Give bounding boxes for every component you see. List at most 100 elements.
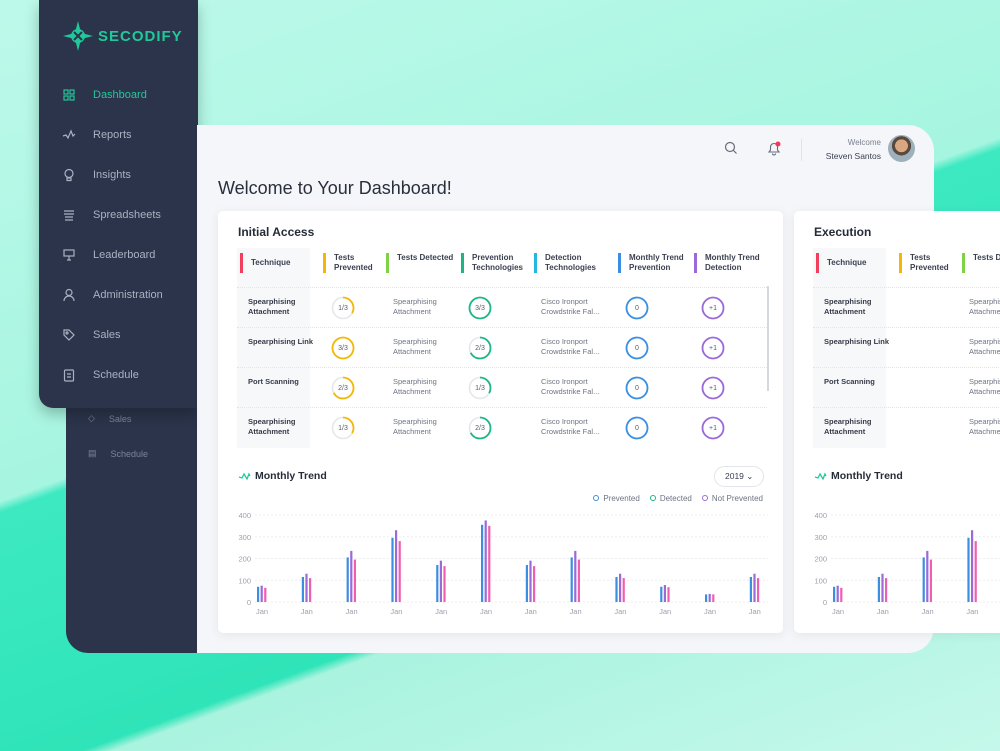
bar[interactable] [257,586,260,602]
table-row[interactable]: Spearphising Link Spearphising Attachment [813,327,1000,367]
bar[interactable] [484,520,487,602]
user-name[interactable]: Steven Santos [790,151,881,161]
bar[interactable] [395,530,398,602]
column-header[interactable]: Tests Prevented [323,253,395,273]
table-row[interactable]: Port Scanning Spearphising Attachment 2/3 1… [237,367,767,407]
bar[interactable] [622,578,625,602]
bar[interactable] [712,594,715,602]
column-header[interactable]: Tests Detected [386,253,458,273]
legend-item[interactable]: Not Prevented [701,494,763,503]
tests-detected-cell: Spearphising Attachment [393,417,437,436]
avatar[interactable] [888,135,915,162]
x-tick-label: Jan [704,607,716,616]
bar[interactable] [660,586,663,602]
table-row[interactable]: Port Scanning Spearphising Attachment [813,367,1000,407]
x-tick-label: Jan [832,607,844,616]
sidebar-item-spreadsheets[interactable]: Spreadsheets [62,205,192,225]
tests-prevented-ring: 1/3 [331,296,355,320]
bar[interactable] [301,576,304,602]
bar[interactable] [836,585,839,602]
legend-item[interactable]: Prevented [593,494,640,503]
bar[interactable] [391,537,394,602]
bar[interactable] [926,550,929,602]
bar[interactable] [967,537,970,602]
bar[interactable] [753,573,756,602]
tag-icon [63,329,75,341]
bar[interactable] [877,576,880,602]
ghost-sidebar-item-schedule: ▤ Schedule [88,448,149,459]
bar[interactable] [974,541,977,602]
column-header[interactable]: Tests Detected [962,253,1000,273]
y-tick-label: 100 [238,576,251,585]
bar[interactable] [708,593,711,602]
column-header[interactable]: Detection Technologies [534,253,606,273]
bar[interactable] [443,566,446,602]
bar[interactable] [436,565,439,602]
table-scrollbar[interactable] [767,286,769,391]
column-header[interactable]: Prevention Technologies [461,253,533,273]
bar[interactable] [533,566,536,602]
bar[interactable] [525,565,528,602]
column-header[interactable]: Tests Prevented [899,253,971,273]
notification-bell-icon[interactable] [766,140,782,161]
x-tick-label: Jan [659,607,671,616]
sidebar-item-dashboard[interactable]: Dashboard [62,85,192,105]
bar[interactable] [305,573,308,602]
bar[interactable] [488,525,491,602]
pulse-icon [814,472,827,480]
sidebar-item-schedule[interactable]: Schedule [62,365,192,385]
year-select[interactable]: 2019 ⌄ [714,466,765,487]
bar[interactable] [619,573,622,602]
table-row[interactable]: Spearphising Attachment Spearphising Atta… [813,287,1000,327]
bar[interactable] [570,557,573,602]
bar[interactable] [264,587,267,602]
technique-cell: Spearphising Attachment [248,297,296,316]
bar[interactable] [922,557,925,602]
sidebar-item-sales[interactable]: Sales [62,325,192,345]
bar[interactable] [749,576,752,602]
bar[interactable] [529,560,532,602]
bar[interactable] [346,557,349,602]
sidebar-item-reports[interactable]: Reports [62,125,192,145]
legend-marker [701,495,708,501]
column-header[interactable]: Monthly Trend Prevention [618,253,690,273]
bar[interactable] [885,578,888,602]
bar[interactable] [929,559,932,602]
bar[interactable] [971,530,974,602]
bar[interactable] [705,594,708,602]
bar[interactable] [663,585,666,602]
column-header[interactable]: Technique [240,253,310,273]
technique-cell: Spearphising Attachment [824,417,872,436]
bar[interactable] [398,541,401,602]
sidebar-item-leaderboard[interactable]: Leaderboard [62,245,192,265]
column-header[interactable]: Monthly Trend Detection [694,253,766,273]
bar[interactable] [350,550,353,602]
bar[interactable] [615,576,618,602]
page-title: Welcome to Your Dashboard! [218,178,452,198]
column-header[interactable]: Technique [816,253,886,273]
x-tick-label: Jan [390,607,402,616]
search-icon[interactable] [724,141,738,160]
sidebar-item-administration[interactable]: Administration [62,285,192,305]
bar[interactable] [757,578,760,602]
bar[interactable] [439,560,442,602]
bar[interactable] [309,578,312,602]
table-row[interactable]: Spearphising Attachment Spearphising Atta… [813,407,1000,447]
bar[interactable] [833,586,836,602]
bar[interactable] [353,559,356,602]
bar[interactable] [881,573,884,602]
table-row[interactable]: Spearphising Attachment Spearphising Atta… [237,287,767,327]
technique-cell: Spearphising Attachment [824,297,872,316]
bar[interactable] [840,587,843,602]
bar[interactable] [577,559,580,602]
legend-label: Prevented [603,494,640,503]
bar[interactable] [260,585,263,602]
bar[interactable] [574,550,577,602]
logo: SECODIFY [62,20,183,52]
table-row[interactable]: Spearphising Attachment Spearphising Atta… [237,407,767,447]
sidebar-item-insights[interactable]: Insights [62,165,192,185]
legend-item[interactable]: Detected [649,494,692,503]
table-row[interactable]: Spearphising Link Spearphising Attachment… [237,327,767,367]
bar[interactable] [481,524,484,602]
bar[interactable] [667,587,670,602]
